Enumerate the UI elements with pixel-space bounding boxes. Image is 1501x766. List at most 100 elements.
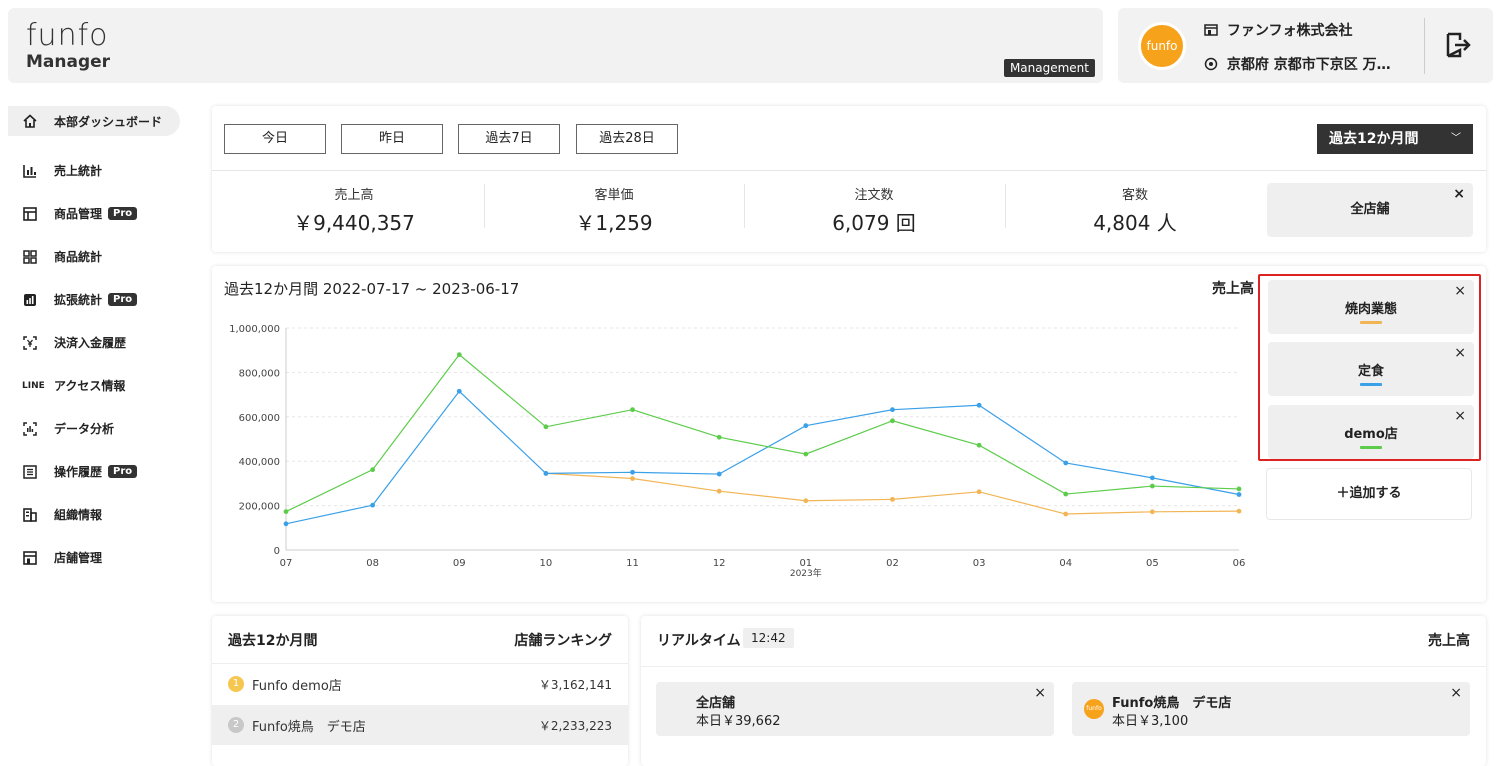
realtime-chip-all-stores[interactable]: 全店舗 本日￥39,662 × bbox=[656, 682, 1054, 736]
add-filter-button[interactable]: ＋追加する bbox=[1266, 468, 1472, 520]
sidebar-item-label: 操作履歴 bbox=[54, 465, 103, 479]
y-tick-label: 1,000,000 bbox=[229, 324, 280, 335]
home-icon bbox=[22, 113, 38, 129]
ranking-title: 店舗ランキング bbox=[514, 633, 612, 649]
realtime-card: リアルタイム 12:42 売上高 全店舗 本日￥39,662 × funfo F… bbox=[641, 616, 1486, 766]
filter-chip-teishoku[interactable]: 定食 × bbox=[1268, 342, 1474, 396]
ranking-row[interactable]: 1 Funfo demo店 ￥3,162,141 bbox=[212, 664, 628, 704]
account-bar: funfo ファンフォ株式会社 京都府 京都市下京区 万… bbox=[1118, 8, 1493, 83]
x-tick-label: 04 bbox=[1059, 558, 1072, 569]
logout-icon bbox=[1446, 32, 1471, 58]
rank-badge: 2 bbox=[228, 717, 244, 733]
chevron-down-icon: ﹀ bbox=[1451, 133, 1461, 144]
chart-metric-label: 売上高 bbox=[1212, 281, 1254, 297]
realtime-time-badge: 12:42 bbox=[743, 628, 794, 648]
sidebar-item-product-management[interactable]: 商品管理 Pro bbox=[8, 192, 198, 235]
sidebar-item-dashboard[interactable]: 本部ダッシュボード bbox=[8, 106, 180, 136]
summary-card: 今日 昨日 過去7日 過去28日 過去12か月間 ﹀ 売上高 ￥9,440,35… bbox=[212, 106, 1486, 252]
pro-badge: Pro bbox=[108, 465, 138, 478]
stats-icon bbox=[22, 292, 38, 308]
close-icon[interactable]: × bbox=[1454, 407, 1466, 425]
data-point bbox=[1236, 486, 1242, 492]
realtime-metric: 売上高 bbox=[1428, 633, 1470, 649]
logout-button[interactable] bbox=[1444, 30, 1474, 60]
ranking-row[interactable]: 2 Funfo焼鳥 デモ店 ￥2,233,223 bbox=[212, 705, 628, 745]
sidebar-item-label: 拡張統計 bbox=[54, 293, 103, 307]
data-point bbox=[370, 502, 376, 508]
sidebar-item-payment-history[interactable]: 決済入金履歴 bbox=[8, 321, 198, 364]
data-point bbox=[1149, 509, 1155, 515]
sidebar-item-access-info[interactable]: LINE アクセス情報 bbox=[8, 364, 198, 407]
x-tick-label: 06 bbox=[1233, 558, 1246, 569]
sidebar-item-sales-stats[interactable]: 売上統計 bbox=[8, 149, 198, 192]
bar-chart-icon bbox=[22, 163, 38, 179]
all-stores-chip[interactable]: 全店舗 × bbox=[1267, 183, 1473, 237]
data-point bbox=[456, 388, 462, 394]
store-filter-group: 焼肉業態 × 定食 × demo店 × bbox=[1258, 274, 1481, 461]
sidebar-item-data-analysis[interactable]: データ分析 bbox=[8, 407, 198, 450]
realtime-amount: 本日￥39,662 bbox=[696, 714, 781, 729]
close-icon[interactable]: × bbox=[1454, 344, 1466, 362]
period-today-button[interactable]: 今日 bbox=[224, 124, 326, 154]
data-point bbox=[1149, 483, 1155, 489]
rank-badge: 1 bbox=[228, 676, 244, 692]
sidebar-item-store-management[interactable]: 店舗管理 bbox=[8, 536, 198, 579]
x-tick-label: 12 bbox=[713, 558, 726, 569]
chart-title: 過去12か月間 2022-07-17 ~ 2023-06-17 bbox=[224, 280, 520, 298]
kpi-value: 4,804 人 bbox=[1093, 211, 1177, 235]
sidebar-item-label: 本部ダッシュボード bbox=[54, 114, 163, 129]
realtime-amount: 本日￥3,100 bbox=[1112, 714, 1189, 729]
ranking-amount: ￥2,233,223 bbox=[538, 718, 612, 733]
data-point bbox=[890, 418, 895, 424]
sidebar-item-label: データ分析 bbox=[54, 422, 115, 436]
close-icon[interactable]: × bbox=[1034, 684, 1046, 702]
sidebar-nav: 本部ダッシュボード 売上統計 商品管理 Pro 商品統計 拡張統計 Pro 決済… bbox=[8, 106, 198, 579]
data-point bbox=[1063, 511, 1069, 517]
period-select[interactable]: 過去12か月間 ﹀ bbox=[1317, 124, 1473, 154]
close-icon[interactable]: × bbox=[1453, 185, 1465, 203]
data-point bbox=[456, 352, 462, 358]
kpi-avg-spend: 客単価 ￥1,259 bbox=[484, 184, 744, 236]
close-icon[interactable]: × bbox=[1450, 684, 1462, 702]
x-tick-label: 02 bbox=[886, 558, 899, 569]
store-logo: funfo bbox=[1084, 699, 1104, 719]
data-point bbox=[1063, 491, 1069, 497]
data-point bbox=[890, 496, 895, 502]
brand-bar: funfo Manager Management bbox=[8, 8, 1103, 83]
sidebar-item-product-stats[interactable]: 商品統計 bbox=[8, 235, 198, 278]
filter-chip-label: demo店 bbox=[1344, 427, 1398, 442]
ranking-card: 過去12か月間 店舗ランキング 1 Funfo demo店 ￥3,162,141… bbox=[212, 616, 628, 766]
pro-badge: Pro bbox=[108, 207, 138, 220]
ranking-store-name: Funfo demo店 bbox=[252, 678, 342, 694]
payment-icon bbox=[22, 335, 38, 351]
data-point bbox=[283, 521, 289, 527]
period-28days-button[interactable]: 過去28日 bbox=[576, 124, 678, 154]
period-yesterday-button[interactable]: 昨日 bbox=[341, 124, 443, 154]
x-tick-label: 05 bbox=[1146, 558, 1159, 569]
x-year-label: 2023年 bbox=[790, 567, 822, 579]
period-7days-button[interactable]: 過去7日 bbox=[458, 124, 560, 154]
sidebar-item-extended-stats[interactable]: 拡張統計 Pro bbox=[8, 278, 198, 321]
series-swatch bbox=[1360, 321, 1382, 324]
data-point bbox=[543, 471, 549, 476]
summary-divider bbox=[212, 170, 1486, 171]
avatar[interactable]: funfo bbox=[1138, 22, 1186, 70]
realtime-chip-yakitori-demo[interactable]: funfo Funfo焼鳥 デモ店 本日￥3,100 × bbox=[1072, 682, 1470, 736]
sidebar-item-label: 組織情報 bbox=[54, 508, 103, 522]
logo-subtitle: Manager bbox=[26, 52, 111, 72]
sidebar-item-operation-history[interactable]: 操作履歴 Pro bbox=[8, 450, 198, 493]
data-point bbox=[630, 476, 635, 481]
data-point bbox=[630, 469, 635, 475]
y-tick-label: 400,000 bbox=[239, 457, 280, 468]
realtime-divider bbox=[641, 666, 1486, 667]
y-tick-label: 800,000 bbox=[239, 368, 280, 379]
store-icon bbox=[22, 550, 38, 566]
sidebar-item-organization[interactable]: 組織情報 bbox=[8, 493, 198, 536]
store-icon bbox=[1204, 23, 1227, 39]
filter-chip-yakiniku[interactable]: 焼肉業態 × bbox=[1268, 280, 1474, 334]
kpi-label: 売上高 bbox=[334, 188, 374, 203]
realtime-store-name: 全店舗 bbox=[696, 696, 736, 711]
close-icon[interactable]: × bbox=[1454, 282, 1466, 300]
filter-chip-demo[interactable]: demo店 × bbox=[1268, 405, 1474, 459]
filter-chip-label: 定食 bbox=[1357, 364, 1384, 379]
